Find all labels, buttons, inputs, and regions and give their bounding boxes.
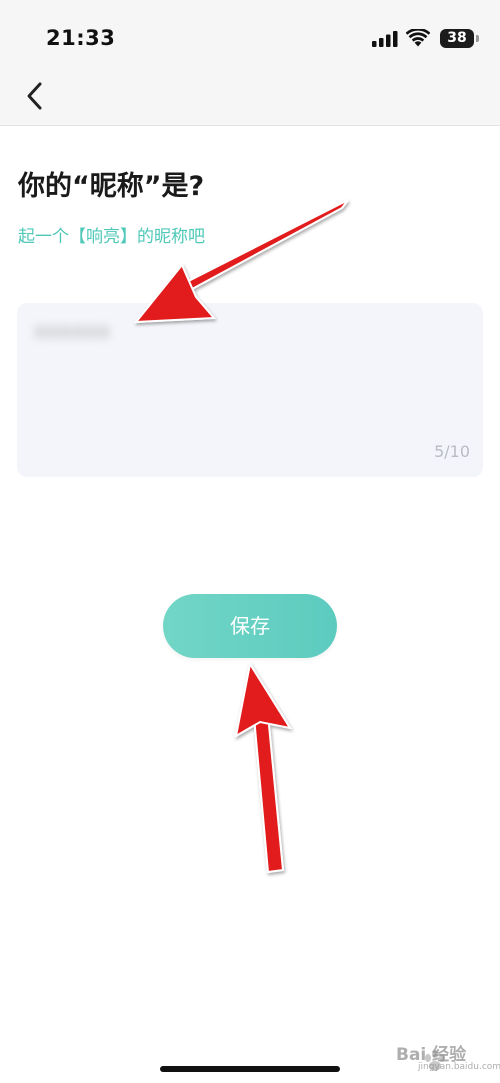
- battery-indicator: 38: [440, 29, 474, 48]
- home-indicator[interactable]: [160, 1066, 340, 1072]
- page-title: 你的“昵称”是?: [18, 171, 205, 202]
- annotation-arrow-to-save: [234, 661, 293, 874]
- watermark-url-text: jingyan.baidu.com: [418, 1062, 500, 1072]
- cellular-signal-icon: [372, 31, 398, 47]
- page-subtitle: 起一个【响亮】的昵称吧: [18, 227, 205, 247]
- status-time: 21:33: [46, 26, 116, 50]
- top-bar: 21:33 38: [0, 0, 500, 126]
- nickname-value: xxxxxx: [35, 321, 111, 342]
- back-button[interactable]: [20, 78, 52, 114]
- save-button[interactable]: 保存: [163, 594, 337, 658]
- annotation-overlay: [133, 199, 349, 874]
- battery-nub: [476, 35, 479, 42]
- screen: 21:33 38 你的“昵称”是? 起一个【响亮】的昵称吧 xxxxxx 5/1…: [0, 0, 500, 1083]
- chevron-left-icon: [27, 82, 42, 110]
- character-counter: 5/10: [434, 442, 470, 461]
- nickname-input[interactable]: xxxxxx 5/10: [17, 303, 483, 477]
- wifi-icon: [406, 29, 430, 47]
